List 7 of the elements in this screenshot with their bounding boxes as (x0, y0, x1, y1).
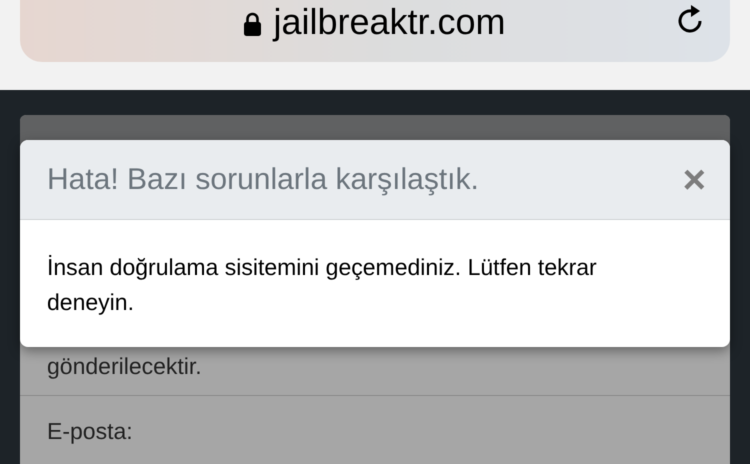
address-bar[interactable]: jailbreaktr.com (20, 0, 730, 62)
dialog-text: gönderilecektir. (47, 352, 203, 381)
field-label: E-posta: (47, 418, 133, 444)
lock-icon (244, 12, 262, 36)
url-text: jailbreaktr.com (273, 2, 506, 42)
error-message: İnsan doğrulama sisitemini geçemediniz. Lütfen tekrar deneyin. (46, 253, 598, 317)
dialog-title: Hata! Bazı sorunlarla karşılaştık. (47, 162, 479, 198)
